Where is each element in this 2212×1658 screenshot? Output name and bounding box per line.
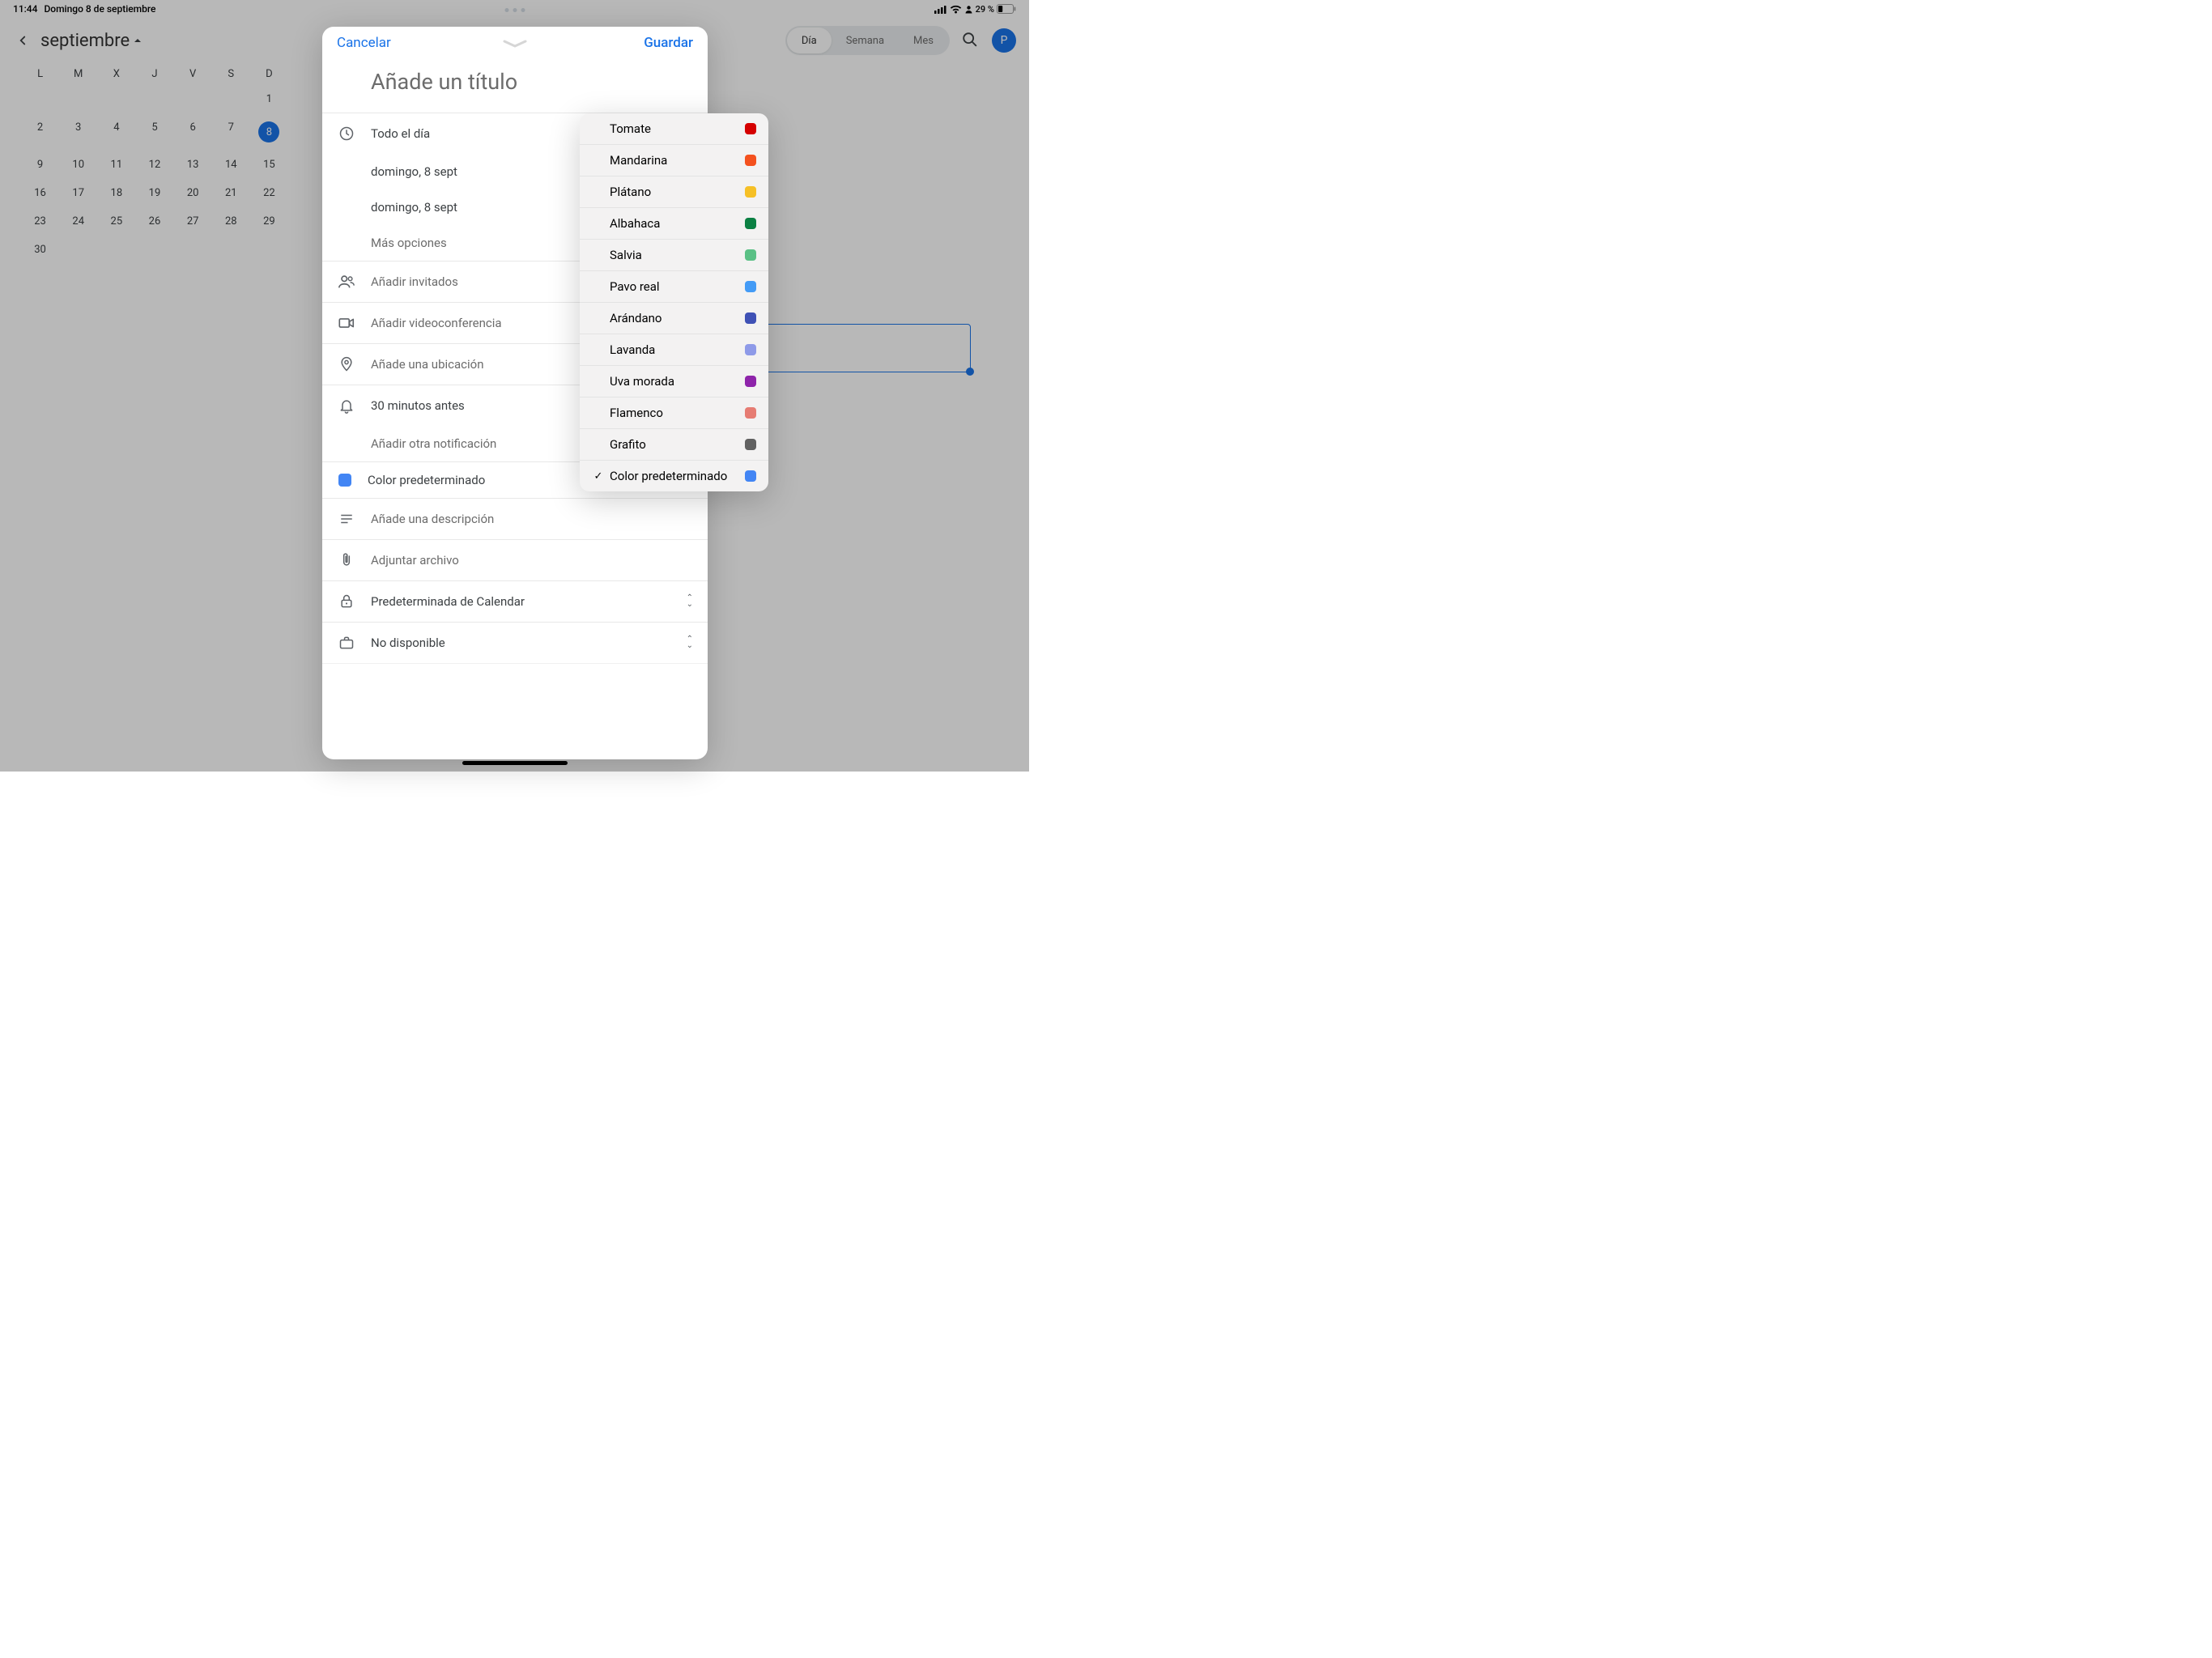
color-option-label: Grafito xyxy=(610,437,745,452)
color-swatch xyxy=(745,218,756,229)
cancel-button[interactable]: Cancelar xyxy=(337,35,391,51)
attach-row[interactable]: Adjuntar archivo xyxy=(322,540,708,581)
briefcase-icon xyxy=(337,633,356,653)
home-indicator[interactable] xyxy=(462,761,568,765)
color-option[interactable]: Grafito xyxy=(580,429,768,461)
color-picker-popover: Tomate Mandarina Plátano Albahaca Salvia Pavo… xyxy=(580,113,768,491)
color-swatch xyxy=(745,281,756,292)
color-swatch xyxy=(745,123,756,134)
color-option-label: Flamenco xyxy=(610,406,745,420)
color-swatch xyxy=(745,376,756,387)
color-option-label: Plátano xyxy=(610,185,745,199)
color-option[interactable]: Uva morada xyxy=(580,366,768,397)
color-option-label: Lavanda xyxy=(610,342,745,357)
color-option[interactable]: Mandarina xyxy=(580,145,768,176)
bell-icon xyxy=(337,396,356,415)
color-option-label: Tomate xyxy=(610,121,745,136)
color-option-label: Uva morada xyxy=(610,374,745,389)
color-option-label: Arándano xyxy=(610,311,745,325)
lock-icon xyxy=(337,592,356,611)
color-option[interactable]: Pavo real xyxy=(580,271,768,303)
color-option-label: Mandarina xyxy=(610,153,745,168)
color-option-label: Salvia xyxy=(610,248,745,262)
color-option[interactable]: ✓ Color predeterminado xyxy=(580,461,768,491)
updown-arrows-icon: ⌃⌄ xyxy=(687,636,693,649)
color-swatch xyxy=(745,312,756,324)
visibility-row[interactable]: Predeterminada de Calendar ⌃⌄ xyxy=(322,581,708,623)
color-swatch xyxy=(745,439,756,450)
checkmark-icon: ✓ xyxy=(592,470,605,483)
color-option[interactable]: Arándano xyxy=(580,303,768,334)
color-option[interactable]: Flamenco xyxy=(580,397,768,429)
location-icon xyxy=(337,355,356,374)
color-swatch xyxy=(745,186,756,198)
color-option[interactable]: Salvia xyxy=(580,240,768,271)
updown-arrows-icon: ⌃⌄ xyxy=(687,595,693,608)
save-button[interactable]: Guardar xyxy=(644,35,693,51)
chevron-down-icon xyxy=(501,39,529,49)
color-swatch xyxy=(745,249,756,261)
color-swatch-icon xyxy=(338,474,351,487)
color-option[interactable]: Albahaca xyxy=(580,208,768,240)
color-option-label: Albahaca xyxy=(610,216,745,231)
attachment-icon xyxy=(337,551,356,570)
event-title-input[interactable]: Añade un título xyxy=(322,51,708,113)
description-row[interactable]: Añade una descripción xyxy=(322,499,708,540)
color-swatch xyxy=(745,344,756,355)
modal-collapse-handle[interactable] xyxy=(501,36,529,52)
color-swatch xyxy=(745,407,756,419)
notes-icon xyxy=(337,509,356,529)
video-icon xyxy=(337,313,356,333)
color-option[interactable]: Lavanda xyxy=(580,334,768,366)
availability-row[interactable]: No disponible ⌃⌄ xyxy=(322,623,708,664)
color-option[interactable]: Tomate xyxy=(580,113,768,145)
color-option-label: Color predeterminado xyxy=(610,469,745,483)
people-icon xyxy=(337,272,356,291)
color-option[interactable]: Plátano xyxy=(580,176,768,208)
multitask-dots[interactable] xyxy=(504,8,525,12)
color-option-label: Pavo real xyxy=(610,279,745,294)
color-swatch xyxy=(745,155,756,166)
color-swatch xyxy=(745,470,756,482)
clock-icon xyxy=(337,124,356,143)
